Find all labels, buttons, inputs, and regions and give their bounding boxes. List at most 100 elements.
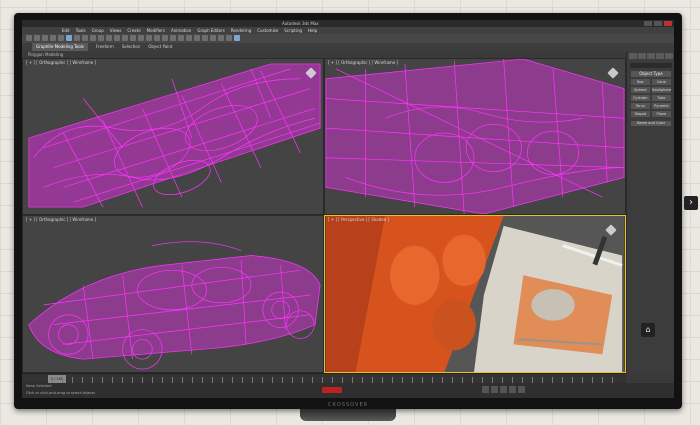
tab-selection[interactable]: Selection — [122, 43, 140, 51]
layer-icon[interactable] — [186, 35, 192, 41]
teapot-button[interactable]: Teapot — [631, 111, 650, 117]
shaded-car-interior — [325, 216, 625, 372]
viewport-bottom-left[interactable]: [ + ] [ Orthographic ] [ Wireframe ] — [22, 215, 324, 373]
align-icon[interactable] — [178, 35, 184, 41]
motion-tab-icon[interactable] — [656, 53, 664, 59]
status-bar: None Selected Click or click-and-drag to… — [22, 383, 674, 398]
tab-freeform[interactable]: Freeform — [96, 43, 114, 51]
undo-icon[interactable] — [26, 35, 32, 41]
snap-icon[interactable] — [138, 35, 144, 41]
menu-animation[interactable]: Animation — [171, 27, 191, 34]
chevron-right-icon[interactable]: › — [684, 196, 698, 210]
next-frame-icon[interactable] — [509, 386, 516, 393]
menu-group[interactable]: Group — [92, 27, 104, 34]
menu-views[interactable]: Views — [110, 27, 122, 34]
window-title: Autodesk 3ds Max — [282, 21, 319, 26]
bind-icon[interactable] — [58, 35, 64, 41]
menu-modifiers[interactable]: Modifiers — [147, 27, 165, 34]
geosphere-button[interactable]: GeoSphere — [651, 87, 671, 93]
close-button[interactable] — [664, 21, 672, 26]
viewport-perspective[interactable]: [ + ] [ Perspective ] [ Shaded ] — [324, 215, 626, 373]
angle-snap-icon[interactable] — [146, 35, 152, 41]
mirror-icon[interactable] — [170, 35, 176, 41]
pyramid-button[interactable]: Pyramid — [651, 103, 671, 109]
rotate-icon[interactable] — [106, 35, 112, 41]
plane-button[interactable]: Plane — [651, 111, 671, 117]
menu-scripting[interactable]: Scripting — [284, 27, 302, 34]
display-tab-icon[interactable] — [665, 53, 673, 59]
monitor-stand — [300, 409, 396, 421]
scale-icon[interactable] — [114, 35, 120, 41]
tab-object-paint[interactable]: Object Paint — [148, 43, 172, 51]
menu-graph-editors[interactable]: Graph Editors — [197, 27, 224, 34]
modify-tab-icon[interactable] — [638, 53, 646, 59]
redo-icon[interactable] — [34, 35, 40, 41]
link-icon[interactable] — [42, 35, 48, 41]
viewport-label[interactable]: [ + ] [ Orthographic ] [ Wireframe ] — [328, 60, 398, 65]
select-icon[interactable] — [66, 35, 72, 41]
manipulate-icon[interactable] — [130, 35, 136, 41]
selection-status: None Selected — [26, 384, 52, 388]
main-toolbar — [22, 34, 674, 43]
auto-key-button[interactable] — [322, 387, 342, 393]
menu-edit[interactable]: Edit — [62, 27, 70, 34]
select-by-name-icon[interactable] — [74, 35, 80, 41]
cone-button[interactable]: Cone — [651, 79, 671, 85]
home-icon[interactable]: ⌂ — [641, 323, 655, 337]
hierarchy-tab-icon[interactable] — [647, 53, 655, 59]
pivot-icon[interactable] — [122, 35, 128, 41]
go-start-icon[interactable] — [482, 386, 489, 393]
viewport-label[interactable]: [ + ] [ Orthographic ] [ Wireframe ] — [26, 60, 96, 65]
monitor-bezel: Autodesk 3ds Max Edit Tools Group Views … — [14, 13, 682, 409]
menu-rendering[interactable]: Rendering — [231, 27, 251, 34]
unlink-icon[interactable] — [50, 35, 56, 41]
command-panel-tabs — [627, 51, 674, 61]
menu-tools[interactable]: Tools — [76, 27, 86, 34]
spinner-snap-icon[interactable] — [162, 35, 168, 41]
viewport-top-right[interactable]: [ + ] [ Orthographic ] [ Wireframe ] — [324, 58, 626, 215]
minimize-button[interactable] — [644, 21, 652, 26]
material-editor-icon[interactable] — [210, 35, 216, 41]
maximize-button[interactable] — [654, 21, 662, 26]
menu-create[interactable]: Create — [127, 27, 140, 34]
screen: Autodesk 3ds Max Edit Tools Group Views … — [22, 20, 674, 398]
name-color-rollout[interactable]: Name and Color — [631, 121, 671, 126]
category-dropdown[interactable] — [630, 63, 672, 68]
prev-frame-icon[interactable] — [491, 386, 498, 393]
create-tab-icon[interactable] — [629, 53, 637, 59]
viewport-label[interactable]: [ + ] [ Perspective ] [ Shaded ] — [328, 217, 389, 222]
ribbon-tabs: Graphite Modeling Tools Freeform Selecti… — [22, 43, 674, 51]
move-icon[interactable] — [98, 35, 104, 41]
object-type-grid: Box Cone Sphere GeoSphere Cylinder Tube … — [631, 79, 671, 117]
window-crossing-icon[interactable] — [90, 35, 96, 41]
viewport-top-left[interactable]: [ + ] [ Orthographic ] [ Wireframe ] — [22, 58, 324, 215]
render-setup-icon[interactable] — [218, 35, 224, 41]
render-icon[interactable] — [234, 35, 240, 41]
sphere-button[interactable]: Sphere — [631, 87, 650, 93]
prompt-line: Click or click-and-drag to select object… — [26, 391, 95, 395]
tube-button[interactable]: Tube — [651, 95, 671, 101]
rect-select-icon[interactable] — [82, 35, 88, 41]
title-bar: Autodesk 3ds Max — [22, 20, 674, 27]
menu-customize[interactable]: Customize — [257, 27, 278, 34]
wireframe-car-perspective — [28, 241, 321, 370]
object-type-header: Object Type — [631, 71, 671, 77]
curve-editor-icon[interactable] — [194, 35, 200, 41]
wireframe-car-top — [28, 63, 321, 208]
go-end-icon[interactable] — [518, 386, 525, 393]
tab-graphite-modeling[interactable]: Graphite Modeling Tools — [32, 43, 89, 51]
play-icon[interactable] — [500, 386, 507, 393]
torus-button[interactable]: Torus — [631, 103, 650, 109]
menu-help[interactable]: Help — [308, 27, 317, 34]
percent-snap-icon[interactable] — [154, 35, 160, 41]
cylinder-button[interactable]: Cylinder — [631, 95, 650, 101]
menu-bar: Edit Tools Group Views Create Modifiers … — [22, 27, 674, 34]
monitor-brand: CROSSOVER — [327, 402, 369, 408]
window-controls — [644, 21, 672, 26]
ribbon-panel-label: Polygon Modeling — [22, 51, 626, 58]
viewport-label[interactable]: [ + ] [ Orthographic ] [ Wireframe ] — [26, 217, 96, 222]
box-button[interactable]: Box — [631, 79, 650, 85]
wireframe-car-side — [325, 59, 625, 214]
schematic-icon[interactable] — [202, 35, 208, 41]
render-frame-icon[interactable] — [226, 35, 232, 41]
